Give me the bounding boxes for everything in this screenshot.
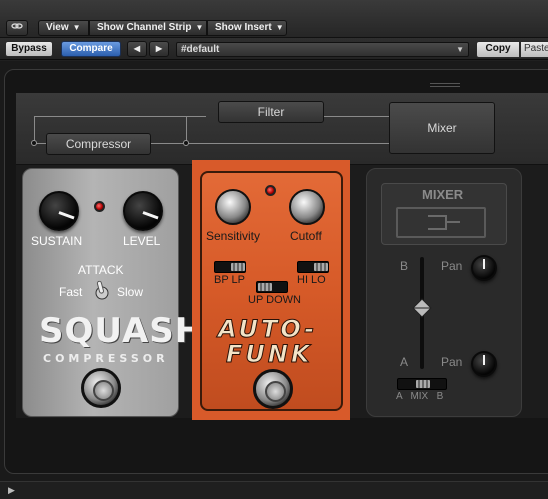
mixer-header-label: MIXER [422,187,464,202]
routing-line [34,116,206,117]
squash-compressor-pedal: SUSTAIN LEVEL ATTACK Fast Slow SQUASH CO… [22,168,203,417]
previous-preset-button[interactable]: ◀ [127,41,147,57]
power-led [265,185,276,196]
pan-top-label: Pan [441,259,463,273]
chevron-down-icon: ▼ [72,23,81,32]
cutoff-label: Cutoff [290,229,322,243]
mixer-button[interactable]: Mixer [389,102,495,154]
paste-label: Paste [524,43,548,54]
link-button[interactable] [6,20,28,36]
pan-top-knob[interactable] [471,255,497,281]
routing-node [183,140,189,146]
insert-label: Show Insert [215,22,272,33]
bp-lp-label: BP LP [214,274,245,286]
compare-button[interactable]: Compare [61,41,121,57]
mix-b-label: B [400,259,409,273]
link-icon [11,23,23,34]
mix-ab-label: A MIX B [396,391,444,402]
triangle-left-icon: ◀ [133,44,141,53]
routing-strip: Compressor Filter Mixer [16,93,548,165]
up-down-switch[interactable] [256,281,288,293]
bypass-button[interactable]: Bypass [5,41,53,57]
sustain-label: SUSTAIN [31,234,83,248]
power-led [94,201,105,212]
attack-label: ATTACK [78,263,124,277]
copy-label: Copy [485,43,511,54]
mix-ab-switch[interactable] [397,378,447,390]
paste-button[interactable]: Paste [520,41,548,58]
squash-title: SQUASH [39,311,205,351]
disclosure-triangle-icon[interactable]: ▶ [8,485,15,496]
pan-bottom-label: Pan [441,355,463,369]
hi-lo-label: HI LO [297,274,326,286]
filter-button[interactable]: Filter [218,101,324,123]
header-toolbar: View ▼ Show Channel Strip ▼ Show Insert ▼ [0,0,548,38]
autofunk-pedal: Sensitivity Cutoff BP LP HI LO UP DOWN A… [200,171,343,411]
level-knob[interactable] [123,191,163,231]
slow-label: Slow [117,285,144,299]
chevron-down-icon: ▼ [275,23,284,32]
hi-lo-switch[interactable] [297,261,329,273]
plugin-window: View ▼ Show Channel Strip ▼ Show Insert ▼ B… [0,0,548,499]
chevron-down-icon: ▼ [195,23,204,32]
triangle-right-icon: ▶ [155,44,163,53]
compressor-button[interactable]: Compressor [46,133,151,155]
squash-footswitch[interactable] [81,368,121,408]
mixer-header: MIXER [381,183,507,245]
mixer-routing-icon [396,207,486,238]
routing-line [186,116,187,143]
view-label: View [46,22,69,33]
routing-line [34,116,35,142]
show-insert-menu[interactable]: Show Insert ▼ [207,20,287,36]
attack-toggle[interactable] [93,279,111,301]
fast-label: Fast [59,285,83,299]
mix-a-label: A [400,355,409,369]
squash-subtitle: COMPRESSOR [43,352,169,365]
copy-button[interactable]: Copy [476,41,520,58]
next-preset-button[interactable]: ▶ [149,41,169,57]
pan-bottom-knob[interactable] [471,351,497,377]
routing-node [31,140,37,146]
sustain-knob[interactable] [39,191,79,231]
routing-line [324,116,389,117]
bp-lp-switch[interactable] [214,261,246,273]
mix-fader-handle[interactable] [411,297,433,319]
resize-grip[interactable] [430,83,460,87]
cutoff-knob[interactable] [289,189,325,225]
show-channel-strip-menu[interactable]: Show Channel Strip ▼ [89,20,207,36]
channel-strip-label: Show Channel Strip [97,22,192,33]
autofunk-title-line2: FUNK [226,340,313,369]
up-down-label: UP DOWN [248,294,301,306]
sensitivity-knob[interactable] [215,189,251,225]
level-label: LEVEL [123,234,161,248]
mixer-pedal: MIXER B A Pan Pan A MIX B [366,168,522,417]
sensitivity-label: Sensitivity [206,229,261,243]
view-menu[interactable]: View ▼ [38,20,89,36]
preset-select[interactable]: #default ▼ [176,42,469,57]
footer-bar: ▶ [0,481,548,499]
autofunk-title-line1: AUTO- [217,315,318,344]
autofunk-footswitch[interactable] [253,369,293,409]
chevron-down-icon: ▼ [456,45,464,54]
preset-value: #default [181,44,220,55]
